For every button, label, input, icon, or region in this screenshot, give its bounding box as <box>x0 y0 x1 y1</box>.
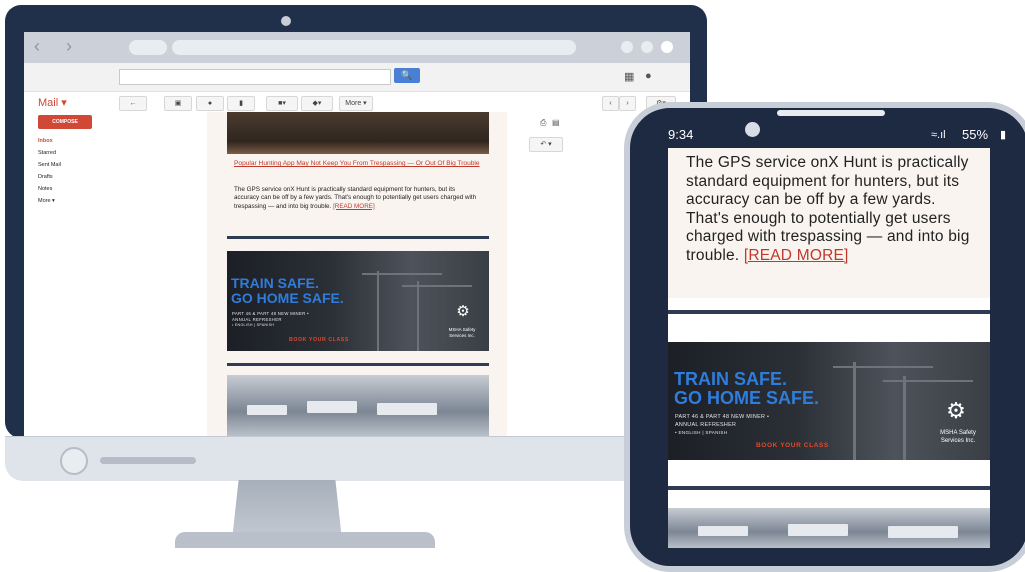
forward-arrow-icon[interactable]: › <box>66 36 72 57</box>
ad-logo-text-2: Services Inc. <box>449 333 475 338</box>
phone-ad-subline-2: ANNUAL REFRESHER <box>675 422 737 428</box>
apps-grid-icon[interactable]: ▦ <box>624 70 634 83</box>
phone-gear-logo-icon: ⚙ <box>946 398 966 423</box>
back-arrow-icon[interactable]: ‹ <box>34 36 40 57</box>
article-body: The GPS service onX Hunt is practically … <box>234 186 482 211</box>
power-button[interactable] <box>60 447 88 475</box>
window-dot <box>641 41 653 53</box>
hunting-photo <box>227 112 489 154</box>
phone-expo-hall-photo <box>668 508 990 548</box>
book-class-link[interactable]: BOOK YOUR CLASS <box>289 337 349 343</box>
booth-shape <box>377 403 437 415</box>
back-to-inbox-button[interactable]: ← <box>119 96 147 111</box>
address-bar[interactable] <box>172 40 576 55</box>
delete-button[interactable]: ▮ <box>227 96 255 111</box>
crane-graphic <box>903 376 906 460</box>
email-body: Popular Hunting App May Not Keep You Fro… <box>207 112 507 436</box>
ad-headline-1: TRAIN SAFE. <box>231 275 319 291</box>
ad-logo-text-1: MSHA Safety <box>448 327 476 332</box>
crane-graphic <box>883 380 973 382</box>
sidebar-item-inbox[interactable]: Inbox <box>38 138 53 144</box>
older-button[interactable]: › <box>619 96 636 111</box>
compose-button[interactable]: COMPOSE <box>38 115 92 129</box>
booth-shape <box>888 526 958 538</box>
booth-shape <box>247 405 287 415</box>
gear-logo-icon: ⚙ <box>456 303 470 320</box>
phone-ad-logo-text-2: Services Inc. <box>940 438 976 444</box>
account-icon[interactable]: ● <box>645 70 652 82</box>
phone-ad-subline-3: • ENGLISH | SPANISH <box>675 430 728 435</box>
phone-ad-logo-text-1: MSHA Safety <box>940 430 976 436</box>
phone-ad-headline-1: TRAIN SAFE. <box>674 369 788 389</box>
section-divider <box>227 363 489 366</box>
crane-graphic <box>362 273 442 275</box>
phone-screen: The GPS service onX Hunt is practically … <box>668 148 990 548</box>
search-icon: 🔍 <box>401 70 413 80</box>
crane-graphic <box>402 285 472 287</box>
new-window-icon[interactable]: ▤ <box>552 118 560 127</box>
crane-graphic <box>377 271 379 351</box>
archive-button[interactable]: ▣ <box>164 96 192 111</box>
desktop-screen: ‹ › 🔍 ▦ ● Mail ▾ ← ▣ ● ▮ ■▾ ◆▾ More ▾ ‹ … <box>24 32 690 436</box>
ad-subline-2: ANNUAL REFRESHER <box>232 317 282 322</box>
phone-read-more-link[interactable]: [READ MORE] <box>744 247 849 264</box>
phone-article-body: The GPS service onX Hunt is practically … <box>686 154 976 266</box>
webcam <box>281 16 291 26</box>
phone-speaker <box>777 110 885 116</box>
phone-book-class-link[interactable]: BOOK YOUR CLASS <box>756 442 829 449</box>
move-to-button[interactable]: ■▾ <box>266 96 298 111</box>
booth-shape <box>788 524 848 536</box>
booth-shape <box>307 401 357 413</box>
search-input[interactable] <box>119 69 391 85</box>
mail-dropdown[interactable]: Mail ▾ <box>38 96 67 109</box>
reply-button[interactable]: ↶ ▾ <box>529 137 563 152</box>
monitor-stand-base <box>175 532 435 548</box>
signal-icon: ≈.ıl <box>931 129 946 141</box>
monitor-stand <box>232 480 342 540</box>
phone-msha-ad-banner[interactable]: TRAIN SAFE. GO HOME SAFE. PART 46 & PART… <box>668 342 990 460</box>
phone-time: 9:34 <box>668 127 694 142</box>
sidebar-item-more[interactable]: More ▾ <box>38 198 55 204</box>
sidebar-item-starred[interactable]: Starred <box>38 150 56 156</box>
crane-graphic <box>417 281 419 351</box>
search-button[interactable]: 🔍 <box>394 68 420 83</box>
sidebar-item-sent[interactable]: Sent Mail <box>38 162 61 168</box>
expo-hall-photo <box>227 375 489 436</box>
phone-ad-headline-2: GO HOME SAFE. <box>674 388 820 408</box>
sidebar-item-drafts[interactable]: Drafts <box>38 174 53 180</box>
print-icon[interactable]: ⎙ <box>540 118 546 128</box>
section-divider <box>227 236 489 239</box>
more-button[interactable]: More ▾ <box>339 96 373 111</box>
phone-camera <box>745 122 760 137</box>
ad-subline-3: • ENGLISH | SPANISH <box>232 323 275 327</box>
article-title-link[interactable]: Popular Hunting App May Not Keep You Fro… <box>234 160 484 169</box>
labels-button[interactable]: ◆▾ <box>301 96 333 111</box>
window-dot <box>621 41 633 53</box>
booth-shape <box>698 526 748 536</box>
battery-icon: ▮ <box>1000 129 1007 141</box>
ad-subline-1: PART 46 & PART 48 NEW MINER • <box>232 311 309 316</box>
read-more-link[interactable]: [READ MORE] <box>333 203 375 210</box>
monitor-slot <box>100 457 196 464</box>
tab-pill[interactable] <box>129 40 167 55</box>
phone-ad-subline-1: PART 46 & PART 48 NEW MINER • <box>675 414 770 420</box>
sidebar-item-notes[interactable]: Notes <box>38 186 52 192</box>
msha-ad-banner[interactable]: TRAIN SAFE. GO HOME SAFE. PART 46 & PART… <box>227 251 489 351</box>
battery-level: 55% <box>962 127 989 142</box>
crane-graphic <box>833 366 933 368</box>
report-spam-button[interactable]: ● <box>196 96 224 111</box>
newer-button[interactable]: ‹ <box>602 96 619 111</box>
window-dot <box>661 41 673 53</box>
crane-graphic <box>853 362 856 460</box>
ad-headline-2: GO HOME SAFE. <box>231 290 344 306</box>
section-divider <box>668 310 990 314</box>
section-divider <box>668 486 990 490</box>
